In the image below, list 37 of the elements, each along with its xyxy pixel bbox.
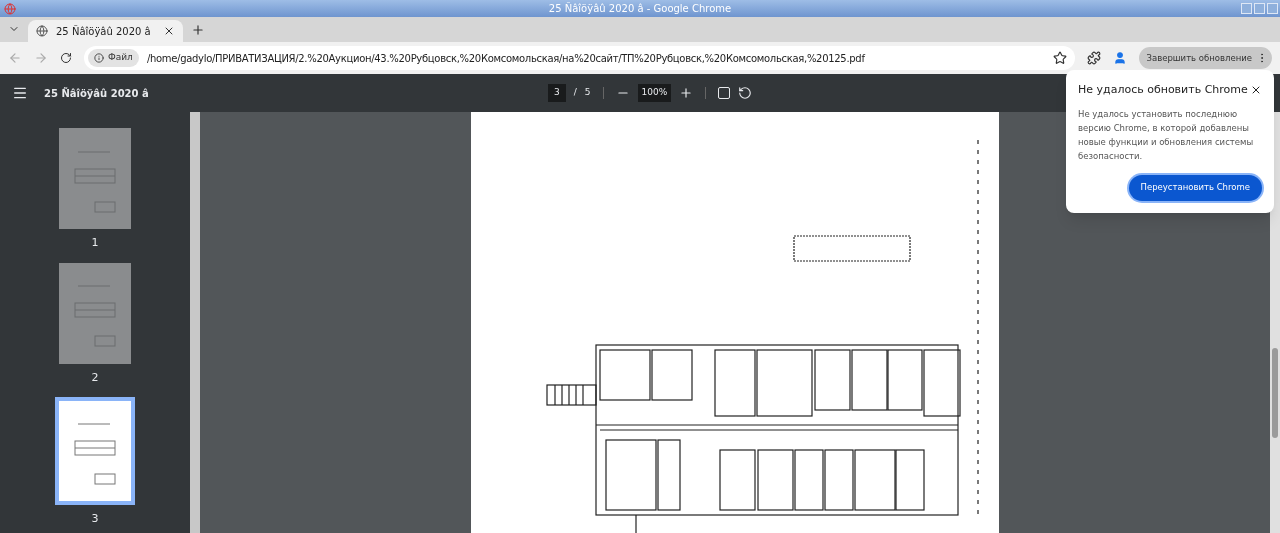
zoom-field[interactable]: 100% [637, 84, 672, 102]
scrollbar[interactable] [1270, 112, 1280, 533]
page-separator: / [573, 86, 577, 100]
site-info-chip[interactable]: Файл [88, 49, 139, 67]
forward-icon[interactable] [34, 51, 48, 65]
window-title: 25 Ñâîöÿâû 2020 â - Google Chrome [548, 1, 732, 16]
profile-icon[interactable] [1112, 51, 1127, 65]
globe-icon [36, 25, 48, 37]
close-icon[interactable] [163, 25, 175, 37]
page-thumbnail[interactable] [59, 262, 131, 364]
browser-tab[interactable]: 25 Ñâîöÿâû 2020 â [28, 20, 183, 42]
page-number-field[interactable]: 3 [548, 84, 566, 102]
page-thumbnail[interactable] [55, 397, 135, 505]
info-icon [94, 53, 104, 63]
back-icon[interactable] [8, 51, 22, 65]
popup-title: Не удалось обновить Chrome [1078, 82, 1248, 98]
url-text: /home/gadylo/ПРИВАТИЗАЦИЯ/2.%20Аукцион/43.%20Рубцовск,%20Комсомольская/на%20сайт/ТП%20Рубцовск,%20Комсомольская,%20125.pdf [146, 51, 865, 66]
popup-message: Не удалось установить последнюю версию Chrome, в которой добавлены новые функции и обновления системы безопасности. [1078, 107, 1255, 163]
app-icon [4, 2, 16, 15]
address-bar[interactable]: Файл /home/gadylo/ПРИВАТИЗАЦИЯ/2.%20Аукцион/43.%20Рубцовск,%20Комсомольская/на%20сайт/ТП%20Рубцовск,%20Комсомольская,%20125.pdf [84, 46, 1075, 70]
new-tab-icon[interactable] [191, 23, 205, 37]
reload-icon[interactable] [60, 52, 72, 64]
update-button[interactable]: Завершить обновление [1138, 47, 1272, 69]
page-number: 3 [91, 511, 99, 527]
page-thumbnail[interactable] [59, 128, 131, 229]
menu-icon[interactable] [12, 85, 28, 101]
rotate-icon[interactable] [738, 86, 753, 100]
reinstall-button[interactable]: Переустановить Chrome [1128, 174, 1262, 201]
bookmark-star-icon[interactable] [1052, 51, 1067, 65]
page-count: 5 [584, 86, 591, 100]
page-number: 1 [91, 235, 99, 251]
zoom-in-icon[interactable] [679, 86, 694, 100]
scrollbar[interactable] [190, 112, 200, 533]
document-title: 25 Ñâîöÿâû 2020 â [44, 86, 149, 101]
close-icon[interactable] [1250, 84, 1262, 96]
page-number: 2 [91, 369, 99, 386]
extensions-icon[interactable] [1086, 51, 1101, 65]
